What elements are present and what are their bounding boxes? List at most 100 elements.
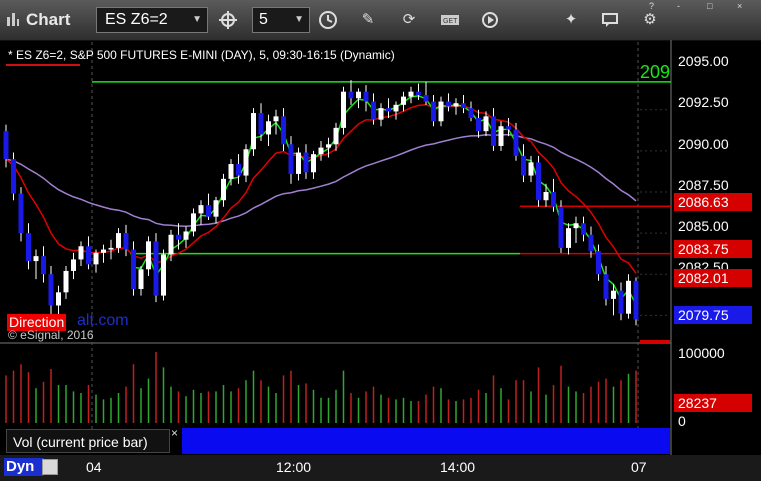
copyright-text: © eSignal, 2016 (8, 328, 94, 342)
candle-body (56, 292, 61, 306)
close-icon[interactable]: × (171, 426, 178, 440)
time-tick: 14:00 (440, 459, 476, 475)
clock-icon[interactable] (316, 8, 340, 32)
candle-body (416, 91, 421, 95)
volume-tag: 28237 (674, 394, 752, 412)
play-icon[interactable] (478, 8, 502, 32)
candle-body (48, 274, 54, 306)
dynamic-button[interactable]: Dyn (4, 458, 44, 476)
candle-body (438, 101, 444, 122)
candle-body (131, 249, 136, 290)
candle-body (506, 126, 511, 130)
candle-body (543, 192, 549, 201)
candle-body (596, 251, 601, 275)
price-tag: 2083.75 (674, 240, 752, 258)
candle-body (228, 164, 234, 179)
candle-body (618, 290, 624, 314)
interval-input[interactable]: 5 ▼ (252, 7, 310, 33)
candle-body (273, 116, 279, 122)
candle-body (491, 116, 496, 146)
candle-body (626, 280, 631, 314)
price-tag: 2082.01 (674, 269, 752, 287)
candle-body (551, 192, 556, 207)
chevron-down-icon[interactable]: ▼ (192, 14, 202, 25)
chat-icon[interactable] (598, 8, 622, 32)
candle-body (611, 290, 616, 299)
price-axis-label: 2087.50 (678, 177, 729, 193)
candle-body (221, 178, 226, 201)
settings-icon[interactable] (42, 459, 58, 475)
candle-body (41, 256, 46, 275)
candle-body (311, 154, 316, 173)
candle-body (476, 118, 481, 132)
price-axis-label: 2092.50 (678, 94, 729, 110)
volume-axis-label: 100000 (678, 345, 725, 361)
price-tag: 2086.63 (674, 193, 752, 211)
candle-body (183, 231, 189, 240)
candle-body (581, 223, 586, 235)
candle-body (378, 108, 384, 120)
toolbar: Chart ES Z6=2 ▼ 5 ▼ ✎ ⟳ GET ✦ ⚙ ? - □ × (0, 0, 761, 41)
red-average-line (5, 103, 637, 274)
candle-body (423, 94, 429, 102)
chart-app-icon (7, 13, 19, 26)
candle-body (348, 91, 354, 99)
volume-study-label[interactable]: Vol (current price bar) (6, 429, 170, 453)
help-button[interactable]: ? (649, 1, 654, 11)
candle-body (521, 155, 526, 176)
candle-body (26, 233, 31, 262)
candle-body (318, 147, 324, 155)
get-icon[interactable]: GET (438, 8, 462, 32)
candle-body (536, 162, 541, 201)
candle-body (236, 164, 241, 176)
candle-body (198, 205, 204, 214)
last-price-tag: 2079.75 (674, 306, 752, 324)
close-button[interactable]: × (737, 1, 742, 11)
candle-body (93, 252, 99, 265)
candle-body (78, 246, 84, 260)
chevron-down-icon[interactable]: ▼ (294, 14, 304, 25)
candle-body (356, 91, 361, 99)
time-tick: 12:00 (276, 459, 312, 475)
candle-body (603, 274, 609, 299)
minimize-button[interactable]: - (677, 1, 680, 11)
window-controls: ? - □ × (647, 1, 757, 13)
candle-body (161, 254, 166, 296)
candle-body (251, 113, 256, 150)
candle-body (243, 149, 249, 176)
candle-body (63, 270, 69, 293)
pencil-icon[interactable]: ✎ (356, 8, 380, 32)
app-title: Chart (26, 10, 71, 29)
candle-body (296, 152, 301, 174)
candle-body (498, 126, 504, 146)
candle-body (206, 205, 211, 217)
candle-body (558, 206, 564, 248)
candle-body (588, 234, 594, 252)
maximize-button[interactable]: □ (707, 1, 712, 11)
candle-body (153, 241, 159, 296)
tools-icon[interactable]: ✦ (559, 8, 583, 32)
candle-body (326, 144, 331, 148)
candle-body (341, 91, 346, 128)
price-axis-label: 2085.00 (678, 218, 729, 234)
offscreen-marker (640, 340, 670, 344)
symbol-input[interactable]: ES Z6=2 ▼ (96, 7, 208, 33)
candle-body (213, 200, 219, 217)
candle-body (123, 233, 129, 250)
volume-axis-label: 0 (678, 413, 686, 429)
candle-body (266, 121, 271, 135)
candle-body (71, 259, 76, 271)
refresh-icon[interactable]: ⟳ (397, 8, 421, 32)
level-edge-label: 209 (640, 62, 671, 82)
price-chart[interactable] (0, 40, 761, 481)
candle-body (528, 162, 534, 176)
candle-body (371, 101, 376, 120)
crosshair-icon[interactable] (216, 8, 240, 32)
candle-body (138, 269, 144, 290)
candle-body (168, 234, 174, 255)
subtitle-underline (6, 64, 80, 66)
candle-body (483, 116, 489, 132)
candle-body (146, 241, 151, 270)
candle-body (11, 159, 16, 194)
candle-body (431, 101, 436, 122)
